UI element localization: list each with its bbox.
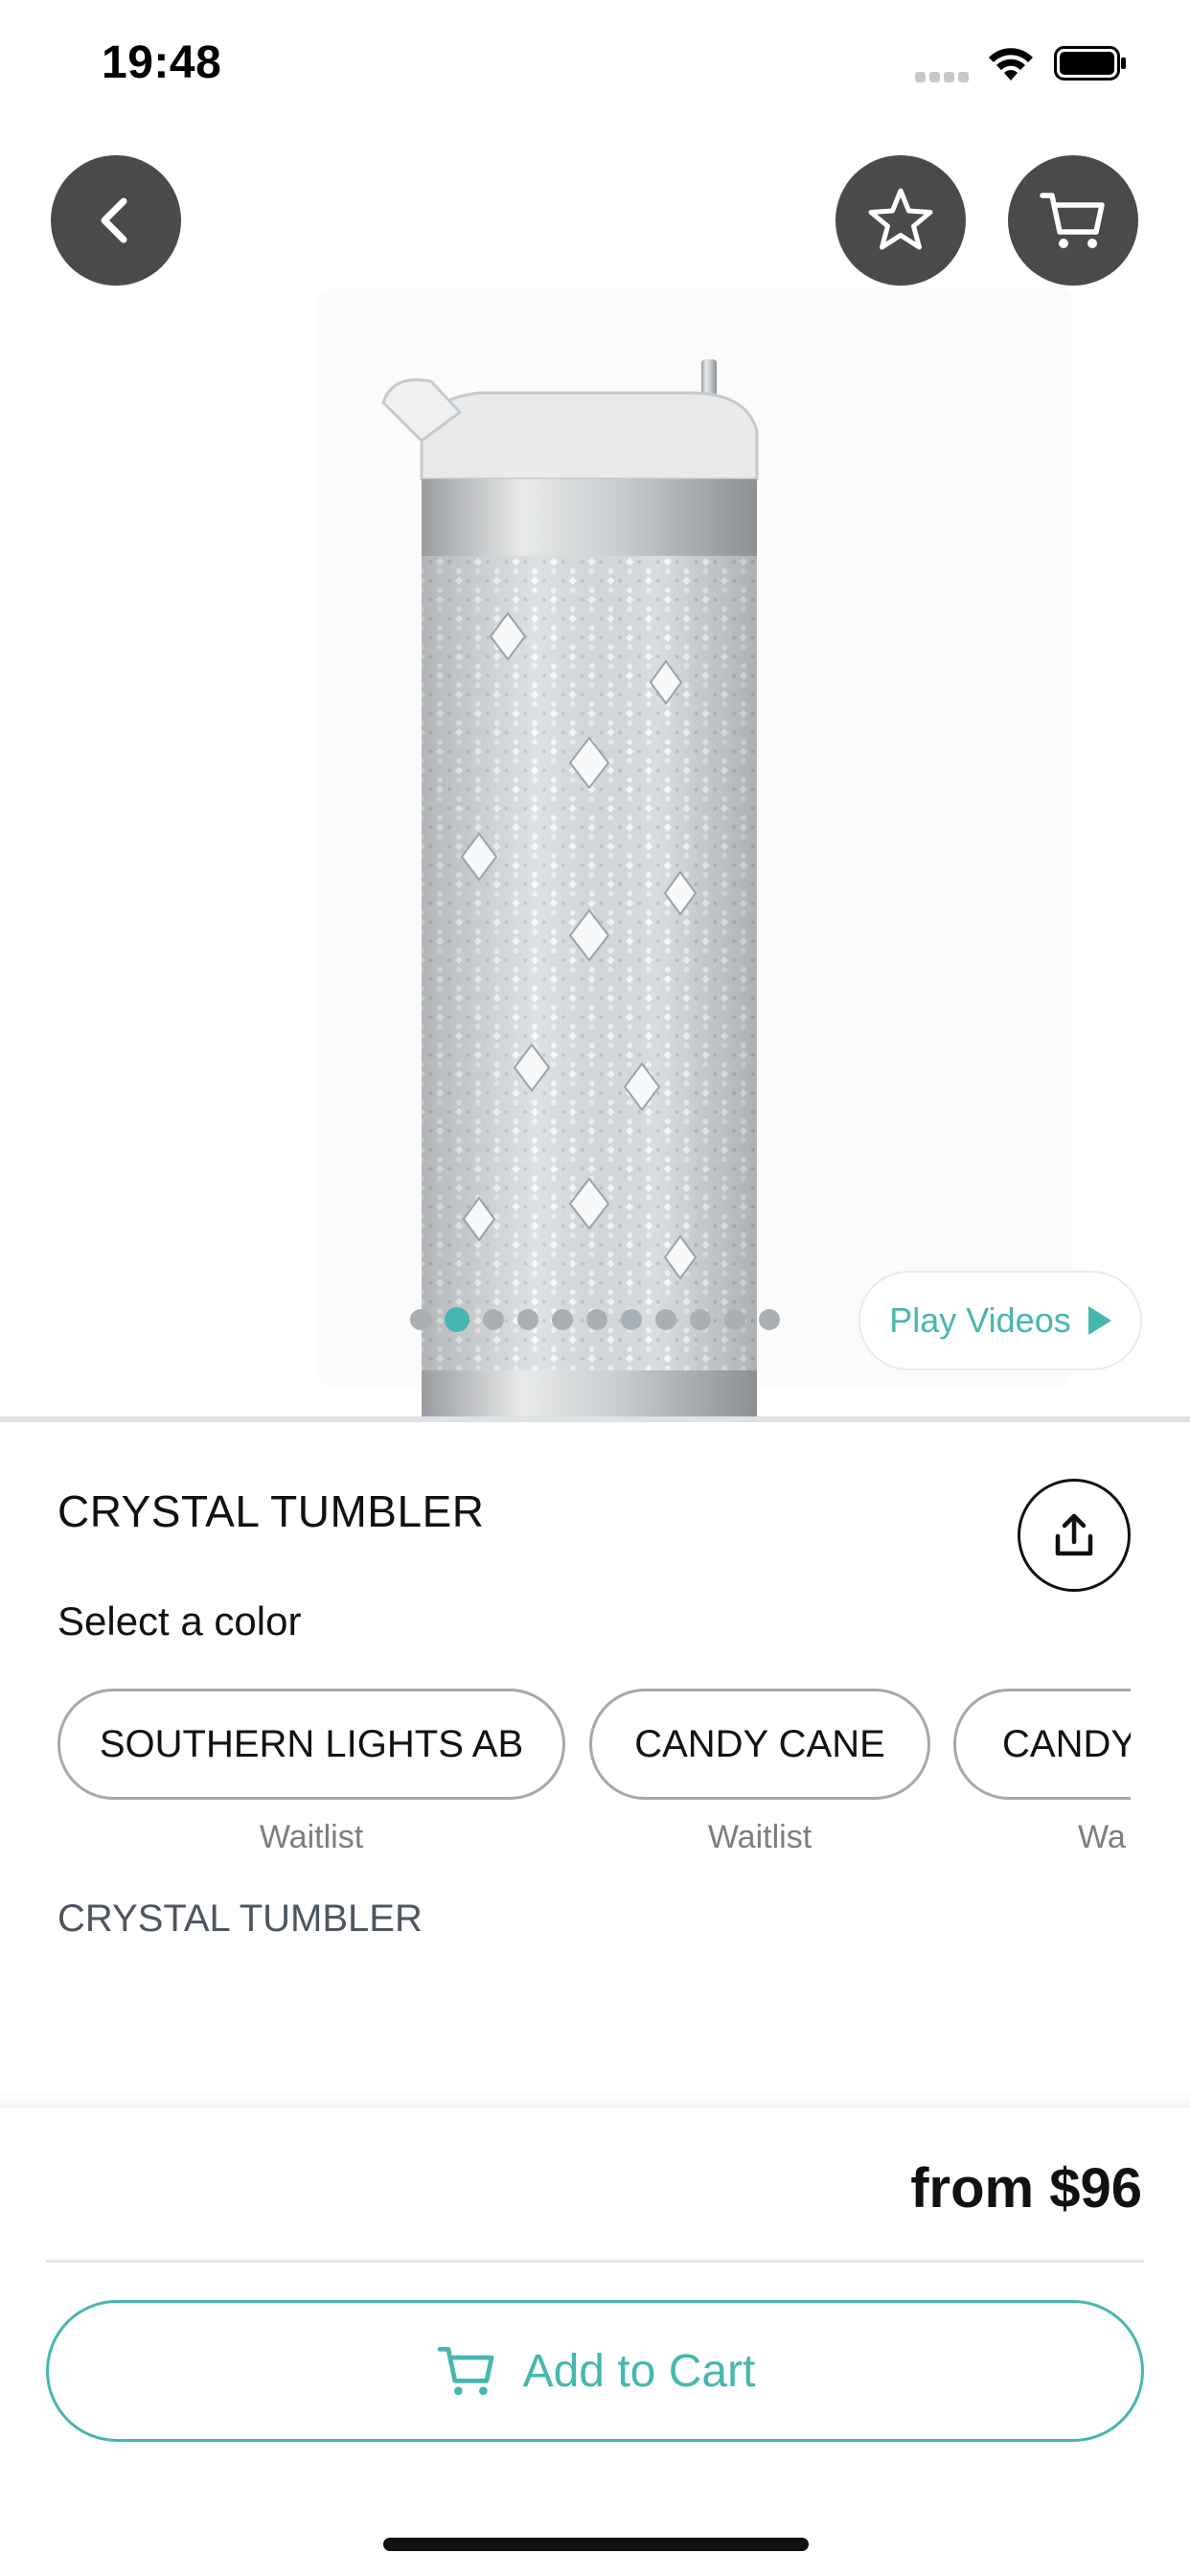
play-videos-button[interactable]: Play Videos <box>858 1271 1142 1370</box>
product-description: CRYSTAL TUMBLER <box>57 1898 423 1940</box>
page-dot[interactable] <box>517 1309 538 1330</box>
shopping-cart-icon <box>1040 193 1105 248</box>
page-dot-active[interactable] <box>445 1307 469 1332</box>
share-button[interactable] <box>1018 1479 1131 1592</box>
page-dot[interactable] <box>410 1309 431 1330</box>
status-bar: 19:48 <box>0 0 1190 134</box>
share-icon <box>1055 1513 1093 1556</box>
page-dot[interactable] <box>655 1309 676 1330</box>
back-button[interactable] <box>51 155 181 286</box>
star-icon <box>868 188 933 250</box>
shopping-cart-icon <box>437 2347 494 2396</box>
price: from $96 <box>910 2157 1142 2220</box>
page-dot[interactable] <box>724 1309 745 1330</box>
color-status: Wa <box>1078 1819 1126 1855</box>
play-videos-label: Play Videos <box>889 1300 1071 1340</box>
page-dot[interactable] <box>552 1309 573 1330</box>
page-dot[interactable] <box>621 1309 642 1330</box>
battery-icon <box>1054 46 1126 80</box>
page-dot[interactable] <box>586 1309 607 1330</box>
play-icon <box>1087 1306 1111 1335</box>
color-option-candy[interactable]: CANDY <box>953 1689 1131 1800</box>
wifi-icon <box>989 48 1033 80</box>
product-image[interactable] <box>364 201 805 1418</box>
section-divider <box>0 1416 1190 1422</box>
price-divider <box>46 2260 1144 2263</box>
add-to-cart-label: Add to Cart <box>522 2345 756 2397</box>
chevron-left-icon <box>101 197 127 243</box>
cellular-signal-icon <box>915 72 971 83</box>
color-option-candy-cane[interactable]: CANDY CANE <box>589 1689 930 1800</box>
color-status: Waitlist <box>707 1819 812 1855</box>
gallery-page-indicator[interactable] <box>410 1307 780 1334</box>
add-to-cart-button[interactable]: Add to Cart <box>46 2300 1144 2442</box>
page-dot[interactable] <box>690 1309 711 1330</box>
color-options[interactable]: SOUTHERN LIGHTS AB Waitlist CANDY CANE W… <box>57 1689 1131 1880</box>
page-dot[interactable] <box>759 1309 780 1330</box>
product-title: CRYSTAL TUMBLER <box>57 1486 485 1536</box>
page-dot[interactable] <box>483 1309 504 1330</box>
product-gallery[interactable] <box>0 134 1190 1418</box>
home-indicator[interactable] <box>383 2538 809 2551</box>
cart-button[interactable] <box>1008 155 1138 286</box>
select-color-label: Select a color <box>57 1598 302 1644</box>
status-time: 19:48 <box>102 37 222 88</box>
color-status: Waitlist <box>259 1819 364 1855</box>
favorite-button[interactable] <box>835 155 966 286</box>
color-option-southern-lights-ab[interactable]: SOUTHERN LIGHTS AB <box>57 1689 565 1800</box>
